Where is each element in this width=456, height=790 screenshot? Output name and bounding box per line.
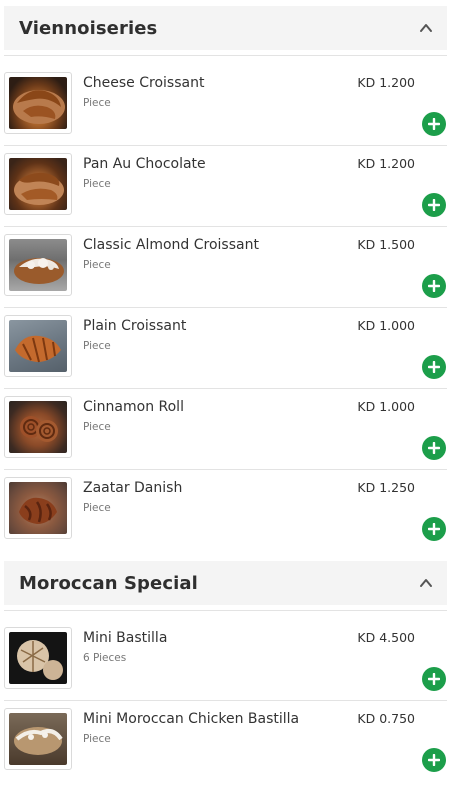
item-name: Mini Bastilla (83, 630, 168, 646)
menu-item[interactable]: Zaatar Danish Piece KD 1.250 (4, 471, 447, 551)
plus-icon (428, 442, 440, 454)
menu-item[interactable]: Pan Au Chocolate Piece KD 1.200 (4, 147, 447, 227)
item-unit: Piece (83, 259, 111, 271)
add-to-cart-button[interactable] (422, 193, 446, 217)
menu-item[interactable]: Mini Moroccan Chicken Bastilla Piece KD … (4, 702, 447, 782)
add-to-cart-button[interactable] (422, 355, 446, 379)
add-to-cart-button[interactable] (422, 748, 446, 772)
item-name: Plain Croissant (83, 318, 187, 334)
add-to-cart-button[interactable] (422, 436, 446, 460)
plus-icon (428, 754, 440, 766)
item-name: Zaatar Danish (83, 480, 183, 496)
plus-icon (428, 199, 440, 211)
item-unit: 6 Pieces (83, 652, 127, 664)
item-price: KD 1.250 (357, 480, 415, 495)
item-price: KD 1.000 (357, 318, 415, 333)
plus-icon (428, 280, 440, 292)
item-unit: Piece (83, 97, 111, 109)
plus-icon (428, 673, 440, 685)
item-unit: Piece (83, 421, 111, 433)
product-image (4, 234, 72, 296)
item-price: KD 4.500 (357, 630, 415, 645)
product-image (4, 396, 72, 458)
product-image (4, 315, 72, 377)
chevron-up-icon[interactable] (419, 21, 433, 35)
product-image (4, 153, 72, 215)
item-name: Cinnamon Roll (83, 399, 184, 415)
item-unit: Piece (83, 502, 111, 514)
item-price: KD 1.500 (357, 237, 415, 252)
section-divider (4, 55, 447, 56)
item-unit: Piece (83, 340, 111, 352)
product-image (4, 477, 72, 539)
menu-item[interactable]: Plain Croissant Piece KD 1.000 (4, 309, 447, 389)
product-image (4, 72, 72, 134)
add-to-cart-button[interactable] (422, 667, 446, 691)
plus-icon (428, 523, 440, 535)
section-title: Moroccan Special (19, 572, 198, 594)
add-to-cart-button[interactable] (422, 517, 446, 541)
menu-item[interactable]: Classic Almond Croissant Piece KD 1.500 (4, 228, 447, 308)
section-header-moroccan-special[interactable]: Moroccan Special (4, 561, 447, 605)
product-image (4, 708, 72, 770)
product-image (4, 627, 72, 689)
section-title: Viennoiseries (19, 17, 158, 39)
plus-icon (428, 361, 440, 373)
section-divider (4, 610, 447, 611)
item-price: KD 1.200 (357, 156, 415, 171)
item-name: Cheese Croissant (83, 75, 205, 91)
add-to-cart-button[interactable] (422, 112, 446, 136)
menu-item[interactable]: Mini Bastilla 6 Pieces KD 4.500 (4, 621, 447, 701)
item-name: Mini Moroccan Chicken Bastilla (83, 711, 300, 727)
item-price: KD 1.200 (357, 75, 415, 90)
item-unit: Piece (83, 733, 111, 745)
item-price: KD 1.000 (357, 399, 415, 414)
menu-item[interactable]: Cinnamon Roll Piece KD 1.000 (4, 390, 447, 470)
section-header-viennoiseries[interactable]: Viennoiseries (4, 6, 447, 50)
menu-item[interactable]: Cheese Croissant Piece KD 1.200 (4, 66, 447, 146)
item-name: Classic Almond Croissant (83, 237, 259, 253)
add-to-cart-button[interactable] (422, 274, 446, 298)
plus-icon (428, 118, 440, 130)
item-price: KD 0.750 (357, 711, 415, 726)
item-name: Pan Au Chocolate (83, 156, 206, 172)
chevron-up-icon[interactable] (419, 576, 433, 590)
item-unit: Piece (83, 178, 111, 190)
